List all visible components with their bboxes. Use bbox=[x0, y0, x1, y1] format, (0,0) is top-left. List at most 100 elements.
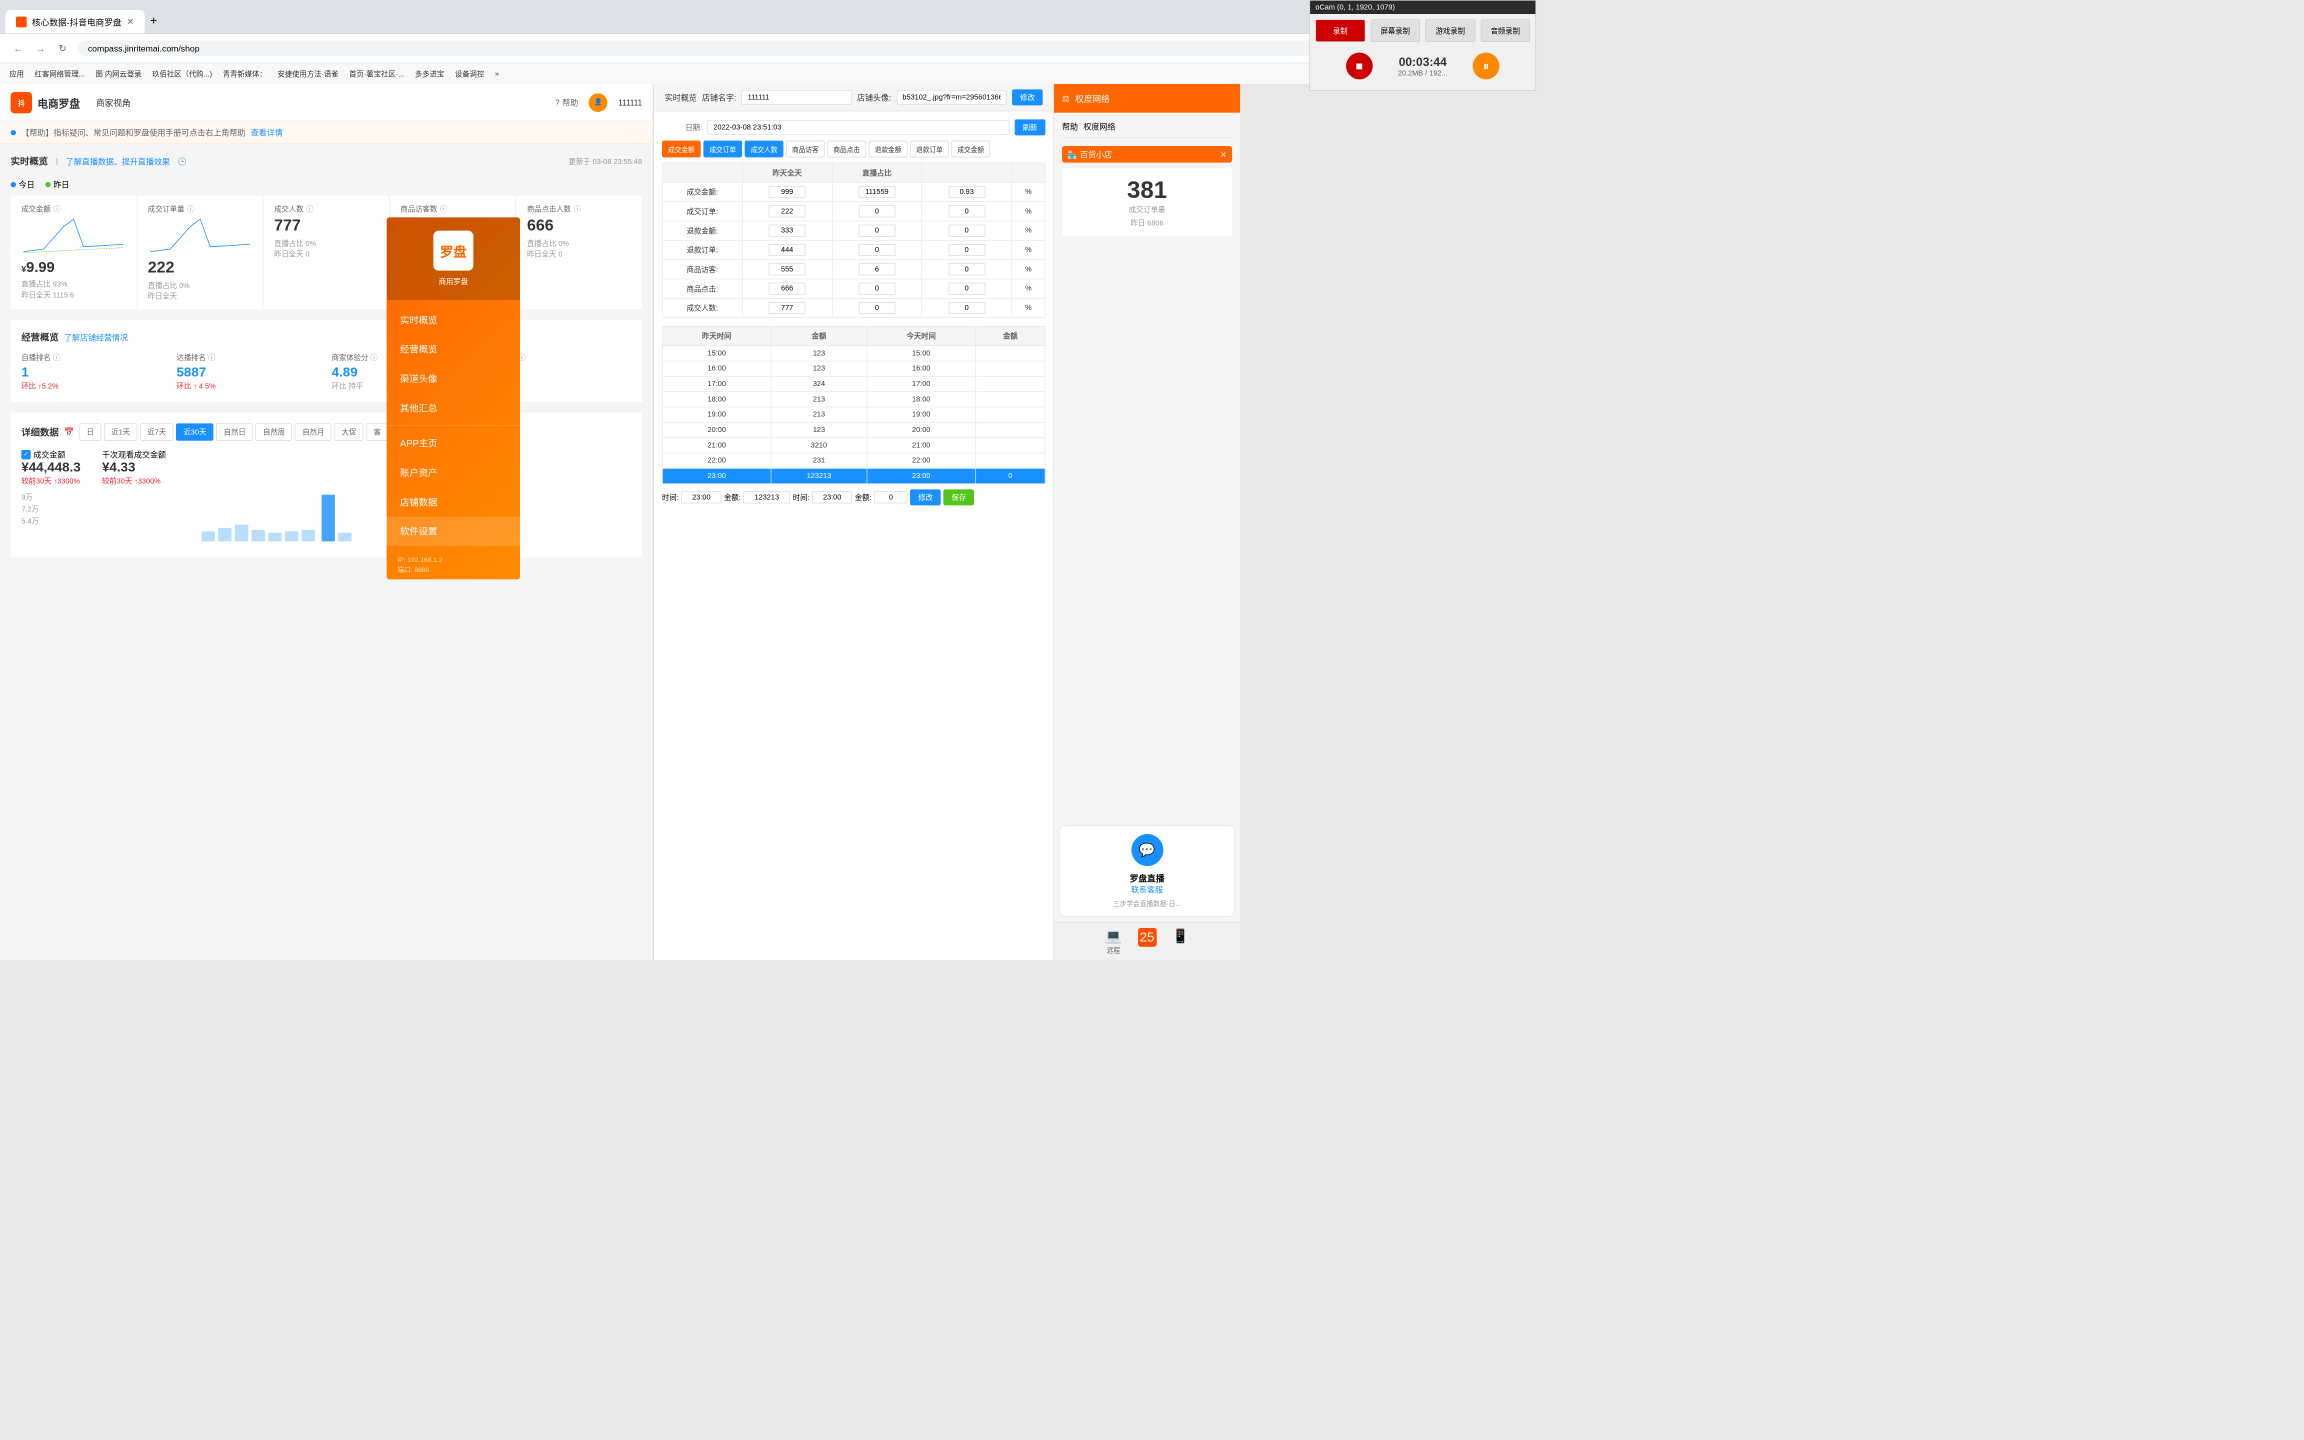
refund-orders-v2-input[interactable] bbox=[859, 244, 896, 256]
action-product-clicks-btn[interactable]: 商品点击 bbox=[827, 141, 866, 158]
col-live-ratio: 直播占比 bbox=[832, 163, 922, 182]
action-revenue2-btn[interactable]: 成交金额 bbox=[951, 141, 990, 158]
forward-button[interactable]: → bbox=[33, 40, 48, 56]
clicks-v1-input[interactable] bbox=[769, 283, 806, 295]
orders-v3-input[interactable] bbox=[948, 205, 985, 217]
action-orders-btn[interactable]: 成交订单 bbox=[703, 141, 742, 158]
revenue-sub2: 昨日全天 1115.6 bbox=[21, 289, 125, 300]
revenue-v3-input[interactable] bbox=[948, 186, 985, 198]
menu-realtime[interactable]: 实时概览 bbox=[387, 305, 520, 334]
bookmark-jiubai[interactable]: 玖佰社区（代购...) bbox=[148, 67, 216, 80]
new-tab-button[interactable]: + bbox=[145, 9, 163, 34]
clicks-card: 商品点击人数 ⓘ 666 直播占比 0% 昨日全天 0 bbox=[516, 195, 642, 309]
store-close-btn[interactable]: ✕ bbox=[1220, 150, 1227, 159]
help-button[interactable]: ? 帮助 bbox=[555, 97, 578, 108]
action-customers-btn[interactable]: 成交人数 bbox=[745, 141, 784, 158]
tab-custom[interactable]: 客 bbox=[366, 423, 388, 440]
nav-merchant[interactable]: 商家视角 bbox=[96, 93, 131, 111]
bookmark-cloud[interactable]: 图 内网云登录 bbox=[91, 67, 145, 80]
bookmark-duoduo[interactable]: 多多进宝 bbox=[411, 67, 448, 80]
pause-button[interactable]: ⏸ bbox=[1473, 53, 1500, 80]
bookmark-qingqing[interactable]: 青青新媒体： bbox=[219, 67, 271, 80]
clicks-v3-input[interactable] bbox=[948, 283, 985, 295]
tab-30day[interactable]: 近30天 bbox=[176, 423, 214, 440]
active-tab[interactable]: 核心数据-抖音电商罗盘 ✕ bbox=[5, 10, 145, 33]
menu-store-data[interactable]: 店铺数据 bbox=[387, 487, 520, 516]
refund-orders-v3-input[interactable] bbox=[948, 244, 985, 256]
logo-text: 电商罗盘 bbox=[37, 94, 80, 110]
menu-channel[interactable]: 渠道头像 bbox=[387, 364, 520, 393]
modify-store-button[interactable]: 修改 bbox=[1012, 89, 1043, 105]
tab-close-button[interactable]: ✕ bbox=[127, 16, 134, 27]
date-input[interactable] bbox=[707, 120, 1009, 135]
menu-app-home[interactable]: APP主页 bbox=[387, 429, 520, 458]
bottom-icon-3[interactable]: 📱 bbox=[1172, 928, 1189, 955]
tab-7day[interactable]: 近7天 bbox=[140, 423, 173, 440]
clicks-v2-input[interactable] bbox=[859, 283, 896, 295]
bookmark-anjie[interactable]: 安捷使用方法·语雀 bbox=[273, 67, 342, 80]
orders-label: 成交订单量 ⓘ bbox=[148, 203, 252, 214]
visitors-v1-input[interactable] bbox=[769, 263, 806, 275]
customers-v3-input[interactable] bbox=[948, 302, 985, 314]
refund-amt-v1-input[interactable] bbox=[769, 225, 806, 237]
url-input[interactable] bbox=[77, 41, 1481, 56]
action-refund-orders-btn[interactable]: 退款订单 bbox=[910, 141, 949, 158]
revenue-v1-input[interactable] bbox=[769, 186, 806, 198]
stop-button[interactable]: ■ bbox=[1346, 53, 1373, 80]
bottom-time1-input[interactable] bbox=[681, 491, 721, 503]
bookmark-device[interactable]: 设备调控 bbox=[451, 67, 488, 80]
action-revenue-btn[interactable]: 成交金额 bbox=[662, 141, 701, 158]
realtime-subtitle[interactable]: 了解直播数据、提升直播效果 bbox=[66, 156, 170, 167]
menu-other[interactable]: 其他汇总 bbox=[387, 393, 520, 422]
bottom-amt1-input[interactable] bbox=[743, 491, 790, 503]
bookmark-more[interactable]: » bbox=[491, 68, 503, 79]
bookmark-homepage[interactable]: 首页·薯宝社区·... bbox=[345, 67, 408, 80]
orders-v1-input[interactable] bbox=[769, 205, 806, 217]
tab-natural-week[interactable]: 自然周 bbox=[256, 423, 293, 440]
tab-natural-month[interactable]: 自然月 bbox=[295, 423, 332, 440]
tab-promo[interactable]: 大促 bbox=[334, 423, 363, 440]
far-right-help[interactable]: 帮助 bbox=[1062, 121, 1078, 132]
refresh-button[interactable]: ↻ bbox=[56, 40, 69, 57]
visitors-v2-input[interactable] bbox=[859, 263, 896, 275]
refund-amt-v2-input[interactable] bbox=[859, 225, 896, 237]
refresh-data-button[interactable]: 刷新 bbox=[1015, 119, 1046, 135]
screen-record-btn[interactable]: 屏幕录制 bbox=[1370, 19, 1420, 42]
action-refund-amt-btn[interactable]: 退款金额 bbox=[869, 141, 908, 158]
bottom-icon-2[interactable]: 25 bbox=[1138, 928, 1157, 955]
store-name-input[interactable] bbox=[742, 90, 852, 105]
bottom-modify-button[interactable]: 修改 bbox=[910, 489, 941, 505]
customers-v2-input[interactable] bbox=[859, 302, 896, 314]
orders-v2-input[interactable] bbox=[859, 205, 896, 217]
overlay-logo-icon: 罗盘 bbox=[433, 231, 473, 271]
record-btn[interactable]: 录制 bbox=[1315, 19, 1365, 42]
audio-record-btn[interactable]: 音频录制 bbox=[1480, 19, 1530, 42]
menu-account[interactable]: 账户资产 bbox=[387, 458, 520, 487]
tab-1day[interactable]: 近1天 bbox=[104, 423, 137, 440]
action-product-visits-btn[interactable]: 商品访客 bbox=[786, 141, 825, 158]
menu-software-settings[interactable]: 软件设置 bbox=[387, 517, 520, 546]
biz-subtitle[interactable]: 了解店铺经营情况 bbox=[64, 332, 128, 343]
far-right-network: 权度网络 bbox=[1083, 121, 1115, 132]
bottom-time2-input[interactable] bbox=[812, 491, 852, 503]
revenue-checkbox[interactable]: ✓ bbox=[21, 450, 30, 459]
game-record-btn[interactable]: 游戏录制 bbox=[1425, 19, 1475, 42]
store-url-input[interactable] bbox=[897, 90, 1007, 105]
tab-day[interactable]: 日 bbox=[79, 423, 101, 440]
notification-link[interactable]: 查看详情 bbox=[251, 127, 283, 138]
tab-natural-day[interactable]: 自然日 bbox=[216, 423, 253, 440]
bottom-amt2-input[interactable] bbox=[874, 491, 907, 503]
bottom-save-button[interactable]: 保存 bbox=[944, 489, 975, 505]
visitors-v3-input[interactable] bbox=[948, 263, 985, 275]
bookmark-apps[interactable]: 应用 bbox=[5, 67, 28, 80]
customers-v1-input[interactable] bbox=[769, 302, 806, 314]
bookmark-rednet[interactable]: 红客网络管理... bbox=[31, 67, 89, 80]
bottom-icon-1[interactable]: 💻 远程 bbox=[1105, 928, 1122, 955]
refund-orders-v1-input[interactable] bbox=[769, 244, 806, 256]
app-logo: 抖 电商罗盘 bbox=[11, 92, 80, 113]
revenue-v2-input[interactable] bbox=[859, 186, 896, 198]
back-button[interactable]: ← bbox=[11, 40, 26, 56]
customer-service-contact[interactable]: 联系客服 bbox=[1068, 884, 1226, 895]
menu-business[interactable]: 经营概览 bbox=[387, 335, 520, 364]
refund-amt-v3-input[interactable] bbox=[948, 225, 985, 237]
